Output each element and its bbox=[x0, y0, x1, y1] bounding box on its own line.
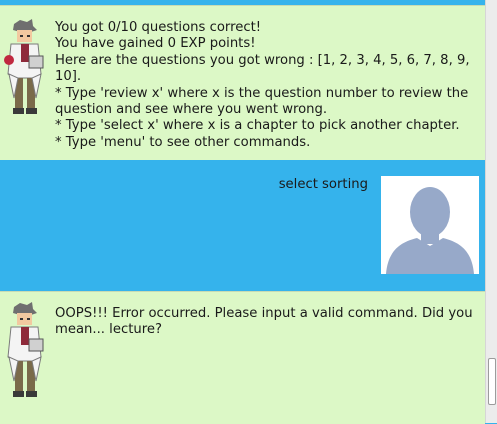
user-message: select sorting bbox=[0, 160, 485, 291]
professor-sprite-icon bbox=[4, 19, 44, 114]
scrollbar-thumb[interactable] bbox=[488, 358, 496, 405]
vertical-scrollbar[interactable] bbox=[485, 0, 497, 423]
chat-panel: You got 0/10 questions correct! You have… bbox=[0, 0, 485, 424]
result-select-hint: * Type 'select x' where x is a chapter t… bbox=[55, 118, 460, 134]
professor-sprite-icon bbox=[7, 302, 44, 397]
result-review-hint: * Type 'review x' where x is the questio… bbox=[55, 85, 469, 118]
error-message: OOPS!!! Error occurred. Please input a v… bbox=[55, 306, 473, 338]
bot-error-text: OOPS!!! Error occurred. Please input a v… bbox=[55, 306, 475, 339]
bot-message-result: You got 0/10 questions correct! You have… bbox=[0, 5, 485, 161]
user-message-text: select sorting bbox=[278, 177, 368, 192]
result-score-line: You got 0/10 questions correct! bbox=[55, 20, 262, 35]
result-menu-hint: * Type 'menu' to see other commands. bbox=[55, 134, 311, 150]
default-user-silhouette-icon bbox=[381, 176, 479, 274]
result-wrong-questions-line: Here are the questions you got wrong : [… bbox=[55, 52, 470, 85]
bot-message-error: OOPS!!! Error occurred. Please input a v… bbox=[0, 291, 485, 424]
result-exp-line: You have gained 0 EXP points! bbox=[55, 36, 256, 52]
bot-result-text: You got 0/10 questions correct! You have… bbox=[55, 20, 475, 151]
